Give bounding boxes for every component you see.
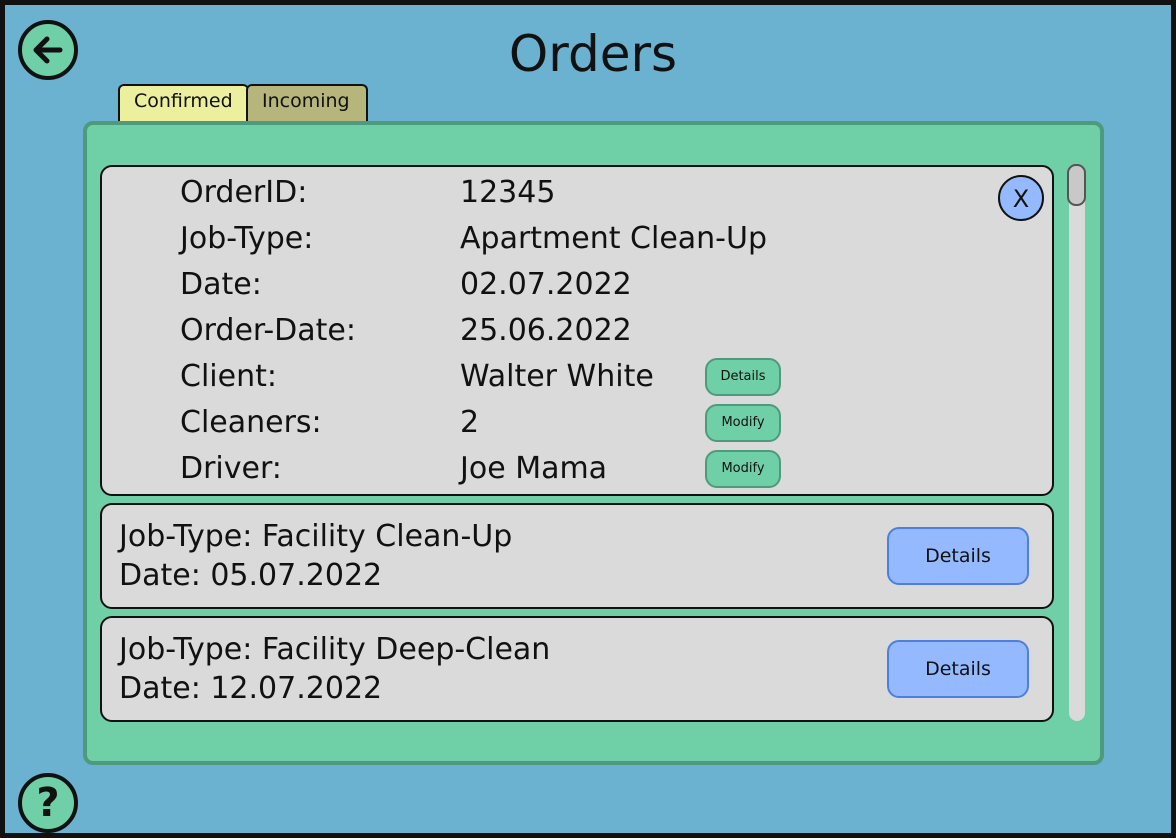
date-label: Date: [180,267,262,302]
order-id-value: 12345 [460,175,556,210]
order-job-type: Job-Type: Facility Clean-Up [119,519,513,554]
date-value: 02.07.2022 [460,267,632,302]
question-mark-icon: ? [36,780,60,826]
page-title: Orders [508,25,678,83]
order-date-value: 25.06.2022 [460,313,632,348]
client-value: Walter White [460,359,654,394]
order-date: Date: 05.07.2022 [119,558,383,593]
scrollbar-thumb[interactable] [1067,164,1086,206]
order-card: Job-Type: Facility Deep-Clean Date: 12.0… [100,616,1054,722]
tab-incoming[interactable]: Incoming [246,84,368,121]
driver-value: Joe Mama [460,451,608,486]
order-job-type: Job-Type: Facility Deep-Clean [119,632,551,667]
tab-confirmed[interactable]: Confirmed [118,84,249,121]
order-details-button[interactable]: Details [887,527,1029,585]
order-date: Date: 12.07.2022 [119,671,383,706]
screen: Orders Confirmed Incoming OrderID: 12345… [0,0,1176,838]
driver-modify-button[interactable]: Modify [705,450,781,488]
help-button[interactable]: ? [18,773,78,833]
client-details-button[interactable]: Details [705,358,781,396]
cleaners-value: 2 [460,405,480,440]
scrollbar-track[interactable] [1069,165,1085,721]
cleaners-modify-button[interactable]: Modify [705,404,781,442]
order-details-button[interactable]: Details [887,640,1029,698]
order-id-label: OrderID: [180,175,308,210]
job-type-label: Job-Type: [180,221,314,256]
order-date-label: Order-Date: [180,313,356,348]
client-label: Client: [180,359,277,394]
close-order-button[interactable]: X [998,175,1044,221]
driver-label: Driver: [180,451,282,486]
expanded-order-card: OrderID: 12345 Job-Type: Apartment Clean… [100,165,1054,496]
cleaners-label: Cleaners: [180,405,322,440]
job-type-value: Apartment Clean-Up [460,221,768,256]
order-card: Job-Type: Facility Clean-Up Date: 05.07.… [100,503,1054,609]
